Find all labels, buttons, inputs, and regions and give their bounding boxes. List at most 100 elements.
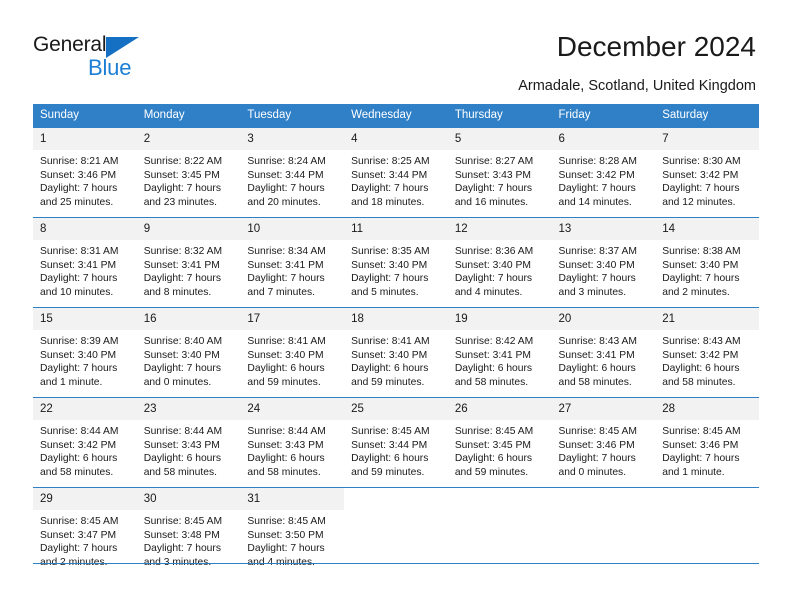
sunset-text: Sunset: 3:44 PM — [247, 169, 324, 181]
sunset-text: Sunset: 3:45 PM — [454, 439, 531, 451]
sunset-text: Sunset: 3:40 PM — [40, 349, 117, 361]
sunset-text: Sunset: 3:42 PM — [558, 169, 635, 181]
daylight-text-line2: and 58 minutes. — [662, 376, 736, 388]
calendar-day-cell[interactable]: 4 Sunrise: 8:25 AM Sunset: 3:44 PM Daylight… — [344, 127, 448, 218]
daylight-text-line1: Daylight: 7 hours — [247, 543, 325, 555]
calendar-day-cell[interactable]: 15 Sunrise: 8:39 AM Sunset: 3:40 PM Dayligh… — [33, 307, 137, 398]
daylight-text-line1: Daylight: 7 hours — [558, 453, 636, 465]
generalblue-logo: General Blue — [33, 33, 163, 81]
day-number: 6 — [551, 128, 656, 150]
day-number: 16 — [136, 308, 241, 330]
day-info: Sunrise: 8:24 AM Sunset: 3:44 PM Daylight:… — [240, 150, 344, 209]
daylight-text-line1: Daylight: 7 hours — [40, 363, 118, 375]
calendar-day-cell[interactable]: 9 Sunrise: 8:32 AM Sunset: 3:41 PM Daylight… — [136, 217, 241, 308]
calendar-day-cell[interactable]: 5 Sunrise: 8:27 AM Sunset: 3:43 PM Daylight… — [447, 127, 552, 218]
sunset-text: Sunset: 3:40 PM — [558, 259, 635, 271]
day-info: Sunrise: 8:45 AM Sunset: 3:50 PM Daylight:… — [240, 510, 344, 569]
sunset-text: Sunset: 3:40 PM — [351, 349, 428, 361]
weekday-header-friday: Friday — [551, 104, 656, 128]
calendar-page: General Blue December 2024 Armadale, Sco… — [0, 0, 792, 612]
sunrise-text: Sunrise: 8:21 AM — [40, 156, 119, 167]
day-info: Sunrise: 8:45 AM Sunset: 3:48 PM Daylight:… — [137, 510, 241, 569]
day-info: Sunrise: 8:31 AM Sunset: 3:41 PM Daylight:… — [33, 240, 137, 299]
sunrise-text: Sunrise: 8:45 AM — [351, 426, 430, 437]
sunset-text: Sunset: 3:46 PM — [662, 439, 739, 451]
sunset-text: Sunset: 3:41 PM — [143, 259, 220, 271]
calendar-week-row: 8 Sunrise: 8:31 AM Sunset: 3:41 PM Daylight… — [33, 217, 759, 308]
day-number: 8 — [33, 218, 137, 240]
calendar-day-cell[interactable]: 26 Sunrise: 8:45 AM Sunset: 3:45 PM Dayligh… — [447, 397, 552, 488]
calendar-day-cell[interactable]: 16 Sunrise: 8:40 AM Sunset: 3:40 PM Dayligh… — [136, 307, 241, 398]
day-info: Sunrise: 8:44 AM Sunset: 3:42 PM Daylight:… — [33, 420, 137, 479]
sunset-text: Sunset: 3:43 PM — [454, 169, 531, 181]
sunset-text: Sunset: 3:50 PM — [247, 529, 324, 541]
day-number: 28 — [655, 398, 759, 420]
daylight-text-line2: and 59 minutes. — [351, 466, 425, 478]
sunset-text: Sunset: 3:41 PM — [40, 259, 117, 271]
daylight-text-line1: Daylight: 7 hours — [247, 273, 325, 285]
calendar-day-cell[interactable]: 17 Sunrise: 8:41 AM Sunset: 3:40 PM Dayligh… — [240, 307, 345, 398]
sunrise-text: Sunrise: 8:45 AM — [558, 426, 637, 437]
page-header: General Blue December 2024 Armadale, Sco… — [0, 0, 792, 100]
daylight-text-line1: Daylight: 7 hours — [558, 183, 636, 195]
calendar-day-cell[interactable]: 3 Sunrise: 8:24 AM Sunset: 3:44 PM Daylight… — [240, 127, 345, 218]
weekday-header-monday: Monday — [136, 104, 241, 128]
calendar-day-cell[interactable]: 27 Sunrise: 8:45 AM Sunset: 3:46 PM Dayligh… — [551, 397, 656, 488]
calendar-day-cell[interactable]: 22 Sunrise: 8:44 AM Sunset: 3:42 PM Dayligh… — [33, 397, 137, 488]
calendar-day-cell[interactable]: 20 Sunrise: 8:43 AM Sunset: 3:41 PM Dayligh… — [551, 307, 656, 398]
calendar-day-cell[interactable]: 14 Sunrise: 8:38 AM Sunset: 3:40 PM Dayligh… — [655, 217, 759, 308]
calendar-day-cell[interactable]: 7 Sunrise: 8:30 AM Sunset: 3:42 PM Daylight… — [655, 127, 759, 218]
daylight-text-line2: and 0 minutes. — [143, 376, 212, 388]
day-info — [344, 510, 448, 515]
calendar-day-cell[interactable]: 19 Sunrise: 8:42 AM Sunset: 3:41 PM Dayligh… — [447, 307, 552, 398]
daylight-text-line1: Daylight: 6 hours — [247, 363, 325, 375]
calendar-day-cell[interactable]: 1 Sunrise: 8:21 AM Sunset: 3:46 PM Daylight… — [33, 127, 137, 218]
daylight-text-line1: Daylight: 6 hours — [351, 363, 429, 375]
calendar-day-cell[interactable]: 13 Sunrise: 8:37 AM Sunset: 3:40 PM Dayligh… — [551, 217, 656, 308]
day-info: Sunrise: 8:45 AM Sunset: 3:44 PM Daylight:… — [344, 420, 448, 479]
calendar-day-cell[interactable]: 21 Sunrise: 8:43 AM Sunset: 3:42 PM Dayligh… — [655, 307, 759, 398]
day-info: Sunrise: 8:45 AM Sunset: 3:46 PM Daylight:… — [552, 420, 656, 479]
daylight-text-line1: Daylight: 7 hours — [662, 183, 740, 195]
daylight-text-line1: Daylight: 6 hours — [143, 453, 221, 465]
calendar-day-cell[interactable]: 2 Sunrise: 8:22 AM Sunset: 3:45 PM Daylight… — [136, 127, 241, 218]
day-info — [448, 510, 552, 515]
day-number: 27 — [551, 398, 656, 420]
calendar-day-cell[interactable]: 28 Sunrise: 8:45 AM Sunset: 3:46 PM Dayligh… — [655, 397, 759, 488]
calendar-week-row: 1 Sunrise: 8:21 AM Sunset: 3:46 PM Daylight… — [33, 127, 759, 218]
day-number: 3 — [240, 128, 345, 150]
day-info: Sunrise: 8:27 AM Sunset: 3:43 PM Daylight:… — [448, 150, 552, 209]
calendar-day-cell[interactable]: 12 Sunrise: 8:36 AM Sunset: 3:40 PM Dayligh… — [447, 217, 552, 308]
calendar-day-cell[interactable]: 23 Sunrise: 8:44 AM Sunset: 3:43 PM Dayligh… — [136, 397, 241, 488]
daylight-text-line2: and 58 minutes. — [143, 466, 217, 478]
sunrise-text: Sunrise: 8:32 AM — [143, 246, 223, 257]
sunset-text: Sunset: 3:41 PM — [558, 349, 635, 361]
calendar-bottom-rule — [33, 563, 759, 564]
day-info: Sunrise: 8:40 AM Sunset: 3:40 PM Daylight:… — [137, 330, 241, 389]
calendar-day-cell[interactable]: 25 Sunrise: 8:45 AM Sunset: 3:44 PM Dayligh… — [344, 397, 448, 488]
sunset-text: Sunset: 3:48 PM — [143, 529, 220, 541]
sunrise-text: Sunrise: 8:45 AM — [662, 426, 741, 437]
calendar-day-cell[interactable]: 6 Sunrise: 8:28 AM Sunset: 3:42 PM Daylight… — [551, 127, 656, 218]
logo-text-blue: Blue — [88, 55, 132, 80]
sunrise-text: Sunrise: 8:43 AM — [558, 336, 637, 347]
sunrise-text: Sunrise: 8:45 AM — [40, 516, 119, 527]
sunset-text: Sunset: 3:40 PM — [143, 349, 220, 361]
daylight-text-line2: and 0 minutes. — [558, 466, 627, 478]
calendar-day-cell[interactable]: 8 Sunrise: 8:31 AM Sunset: 3:41 PM Daylight… — [33, 217, 137, 308]
daylight-text-line1: Daylight: 6 hours — [351, 453, 429, 465]
calendar-day-cell[interactable]: 24 Sunrise: 8:44 AM Sunset: 3:43 PM Dayligh… — [240, 397, 345, 488]
sunset-text: Sunset: 3:46 PM — [40, 169, 117, 181]
sunset-text: Sunset: 3:44 PM — [351, 439, 428, 451]
day-number: 19 — [447, 308, 552, 330]
daylight-text-line1: Daylight: 7 hours — [662, 273, 740, 285]
daylight-text-line1: Daylight: 7 hours — [454, 273, 533, 285]
calendar-day-cell[interactable]: 18 Sunrise: 8:41 AM Sunset: 3:40 PM Dayligh… — [344, 307, 448, 398]
day-info: Sunrise: 8:32 AM Sunset: 3:41 PM Daylight:… — [137, 240, 241, 299]
calendar-day-cell[interactable]: 11 Sunrise: 8:35 AM Sunset: 3:40 PM Dayligh… — [344, 217, 448, 308]
sunset-text: Sunset: 3:40 PM — [247, 349, 324, 361]
calendar-day-cell[interactable]: 10 Sunrise: 8:34 AM Sunset: 3:41 PM Dayligh… — [240, 217, 345, 308]
sunrise-text: Sunrise: 8:28 AM — [558, 156, 637, 167]
daylight-text-line1: Daylight: 7 hours — [454, 183, 533, 195]
day-info: Sunrise: 8:21 AM Sunset: 3:46 PM Daylight:… — [33, 150, 137, 209]
